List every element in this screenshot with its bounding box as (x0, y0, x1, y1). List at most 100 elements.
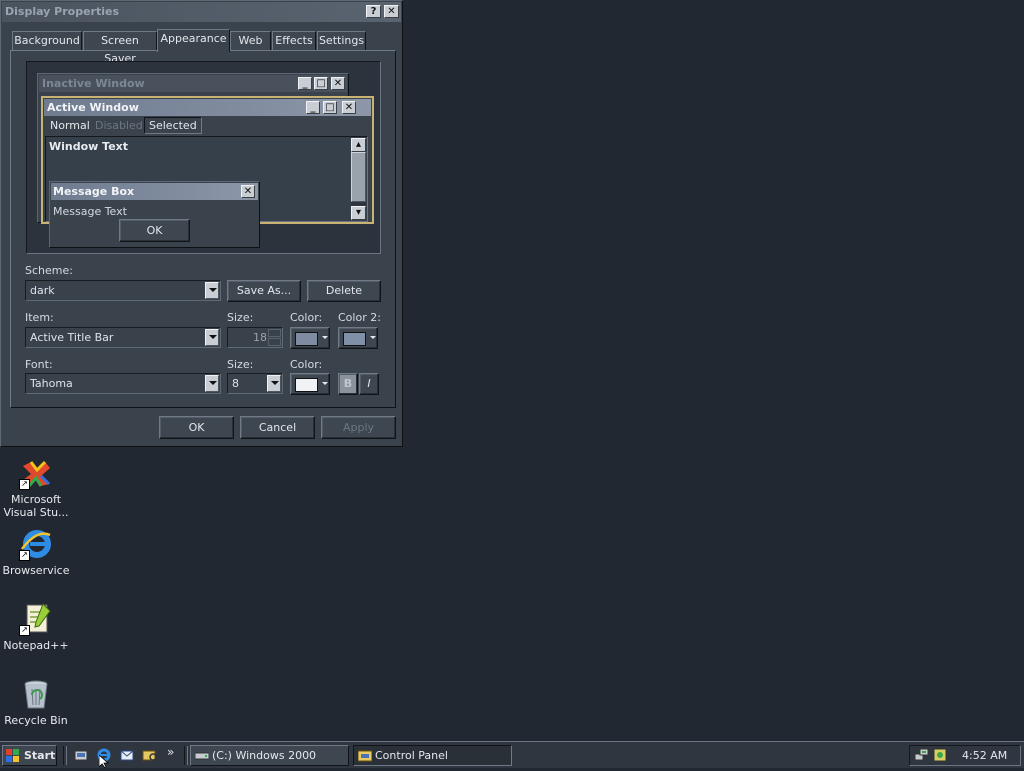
ok-button[interactable]: OK (159, 416, 234, 439)
ok-label: OK (188, 421, 205, 434)
chevron-down-icon[interactable] (205, 329, 219, 346)
display-properties-dialog: Display Properties ? ✕ Background Screen… (0, 0, 403, 447)
tab-screen-saver[interactable]: Screen Saver (83, 31, 157, 65)
drive-icon (194, 749, 210, 768)
task-control-panel[interactable]: Control Panel (353, 745, 512, 766)
item-color-button[interactable] (290, 327, 330, 349)
color-swatch (295, 332, 318, 346)
item-color2-label: Color 2: (338, 311, 381, 324)
outlook-express-icon[interactable] (119, 747, 135, 763)
preview-ok-label: OK (146, 224, 163, 237)
scroll-down-icon: ▾ (351, 206, 366, 220)
dialog-title-bar[interactable]: Display Properties ? ✕ (2, 2, 401, 22)
minimize-icon: _ (298, 77, 312, 90)
scheme-preview[interactable]: Inactive Window _ □ ✕ Active Window _ □ … (26, 61, 381, 254)
item-size-label: Size: (227, 311, 254, 324)
windows-logo-icon (6, 749, 19, 762)
close-icon: ✕ (342, 101, 356, 114)
apply-label: Apply (342, 421, 375, 434)
scroll-thumb (351, 152, 366, 202)
close-icon: ✕ (241, 185, 255, 198)
italic-toggle[interactable]: I (359, 373, 379, 395)
explorer-icon[interactable] (142, 747, 158, 763)
color2-swatch (343, 332, 366, 346)
shortcut-arrow-icon: ↗ (19, 625, 30, 636)
system-tray: 4:52 AM (909, 745, 1021, 766)
desktop-icon-label: Microsoft Visual Stu... (3, 493, 69, 519)
font-color-button[interactable] (290, 373, 330, 395)
help-icon: ? (370, 6, 377, 17)
spin-up-icon[interactable] (268, 329, 281, 337)
desktop-icon-notepad-plus-plus[interactable]: ↗ Notepad++ (0, 602, 72, 652)
font-select[interactable]: Tahoma (25, 373, 221, 394)
bold-toggle[interactable]: B (338, 373, 358, 395)
tab-background[interactable]: Background (12, 31, 82, 50)
item-size-spinner[interactable]: 18 (227, 327, 283, 348)
delete-button[interactable]: Delete (307, 280, 381, 302)
save-as-button[interactable]: Save As... (227, 280, 301, 302)
desktop-icon-recycle-bin[interactable]: Recycle Bin (0, 677, 72, 727)
clock[interactable]: 4:52 AM (962, 749, 1007, 762)
task-grip (184, 746, 188, 765)
tab-effects[interactable]: Effects (272, 31, 316, 50)
font-color-label: Color: (290, 358, 323, 371)
item-color2-button[interactable] (338, 327, 378, 349)
help-button[interactable]: ? (366, 5, 381, 18)
font-size-value: 8 (232, 377, 239, 390)
apply-button[interactable]: Apply (321, 416, 396, 439)
close-icon: ✕ (331, 77, 345, 90)
chevron-down-icon[interactable] (205, 282, 219, 299)
tray-app-icon[interactable] (932, 747, 948, 763)
menu-disabled: Disabled (95, 119, 143, 132)
font-label: Font: (25, 358, 53, 371)
cancel-button[interactable]: Cancel (240, 416, 315, 439)
desktop-icon-label: Recycle Bin (4, 714, 68, 727)
font-size-label: Size: (227, 358, 254, 371)
active-title-bar: Active Window _ □ ✕ (44, 99, 371, 116)
desktop-icon-label: Browservice (2, 564, 70, 577)
quick-launch-grip[interactable] (63, 746, 67, 765)
task-windows-2000-drive[interactable]: (C:) Windows 2000 (190, 745, 349, 766)
recycle-bin-icon (19, 677, 53, 711)
spin-down-icon[interactable] (268, 338, 281, 346)
dialog-title: Display Properties (5, 5, 120, 18)
cancel-label: Cancel (258, 421, 297, 434)
network-icon[interactable] (914, 747, 930, 763)
tab-settings[interactable]: Settings (317, 31, 366, 50)
chevron-down-icon (322, 382, 328, 385)
desktop-icon-visual-studio[interactable]: ↗ Microsoft Visual Stu... (0, 456, 72, 519)
scroll-up-icon: ▴ (351, 138, 366, 152)
preview-scrollbar: ▴ ▾ (351, 138, 366, 220)
close-button[interactable]: ✕ (384, 5, 399, 18)
desktop-icon-label: Notepad++ (3, 639, 69, 652)
task-label: Control Panel (375, 749, 448, 762)
tab-appearance[interactable]: Appearance (157, 29, 230, 52)
chevron-down-icon[interactable] (205, 375, 219, 392)
font-value: Tahoma (30, 377, 73, 390)
bold-icon: B (343, 377, 353, 390)
desktop-icon-browservice[interactable]: ↗ Browservice (0, 527, 72, 577)
shortcut-arrow-icon: ↗ (19, 479, 30, 490)
font-size-select[interactable]: 8 (227, 373, 283, 394)
inactive-title-bar: Inactive Window _ □ ✕ (39, 75, 347, 92)
message-box-title: Message Box (53, 185, 135, 198)
show-desktop-icon[interactable] (73, 747, 89, 763)
chevron-down-icon (322, 336, 328, 339)
maximize-icon: □ (323, 101, 337, 114)
notepad-plus-plus-icon: ↗ (19, 602, 53, 636)
item-label: Item: (25, 311, 54, 324)
control-panel-icon (357, 749, 373, 768)
chevron-down-icon (370, 336, 376, 339)
chevron-down-icon[interactable] (267, 375, 281, 392)
taskbar: Start » (C:) Windows 2000 Control Panel … (0, 741, 1024, 768)
start-button[interactable]: Start (2, 745, 57, 766)
item-select[interactable]: Active Title Bar (25, 327, 221, 348)
menu-selected: Selected (144, 117, 202, 134)
tab-web[interactable]: Web (230, 31, 271, 50)
italic-icon: I (367, 377, 371, 390)
item-color-label: Color: (290, 311, 323, 324)
font-color-swatch (295, 378, 318, 392)
visual-studio-icon: ↗ (19, 456, 53, 490)
scheme-select[interactable]: dark (25, 280, 221, 301)
chevron-right-icon[interactable]: » (167, 745, 174, 759)
